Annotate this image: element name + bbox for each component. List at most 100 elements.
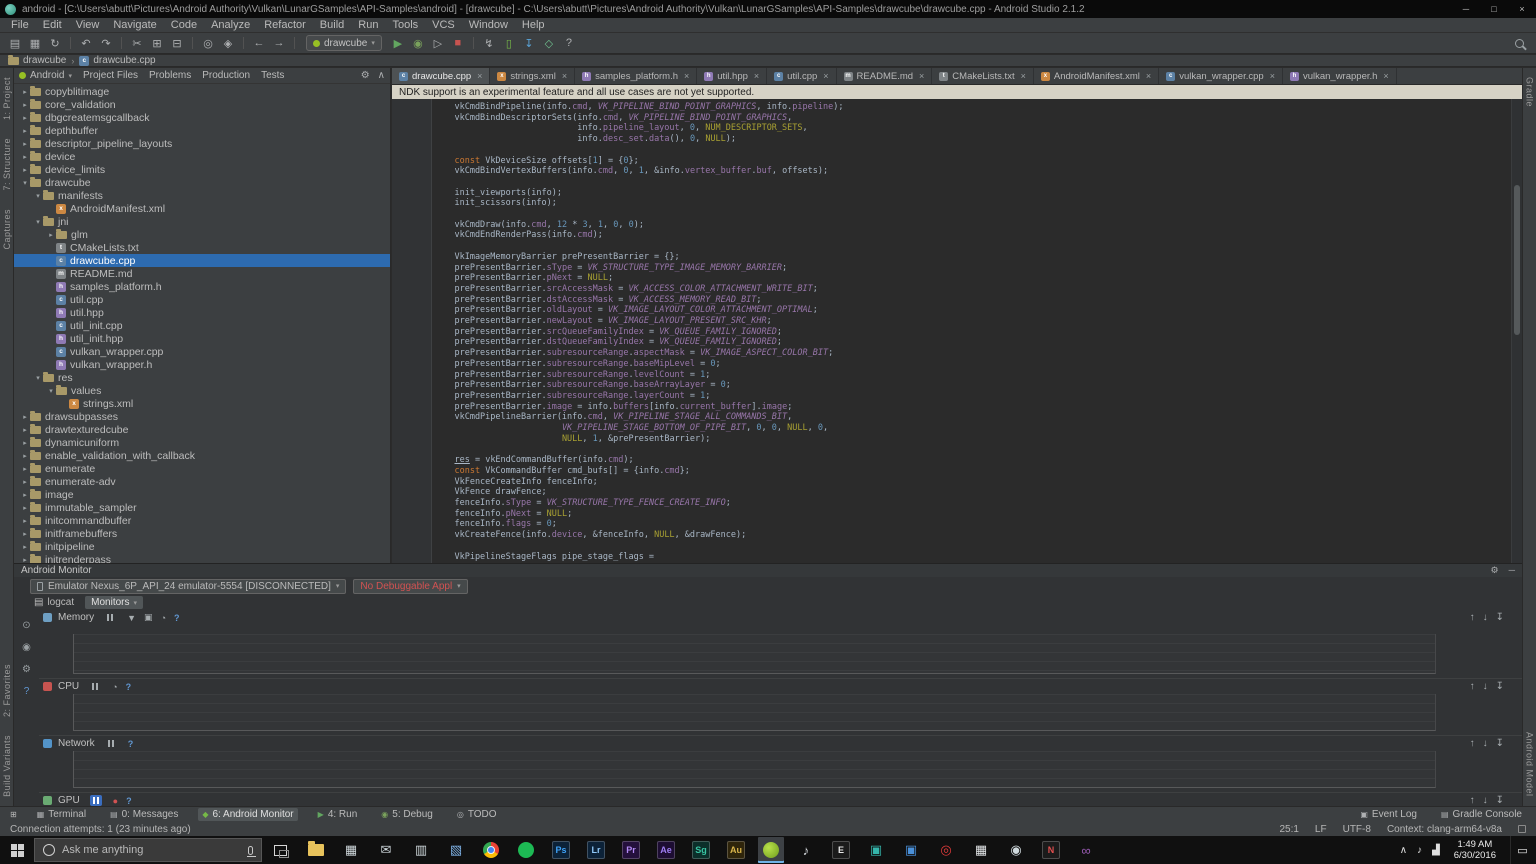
groove-music-icon[interactable]: ♪	[793, 837, 819, 863]
film-tv-icon[interactable]: ▥	[408, 837, 434, 863]
tree-item-util-init-cpp[interactable]: cutil_init.cpp	[14, 319, 390, 332]
close-icon[interactable]: ×	[823, 71, 828, 81]
close-icon[interactable]: ×	[919, 71, 924, 81]
stripe-button-2-favorites[interactable]: 2: Favorites	[2, 664, 12, 717]
save-all-icon[interactable]: ▦	[26, 35, 44, 51]
editor-tab-samples-platform-h[interactable]: hsamples_platform.h×	[575, 68, 697, 84]
device-selector[interactable]: Emulator Nexus_6P_API_24 emulator-5554 […	[30, 579, 346, 594]
tree-item-drawsubpasses[interactable]: ▸drawsubpasses	[14, 410, 390, 423]
toolwindow-button-todo[interactable]: ◎TODO	[453, 808, 501, 821]
tree-item-cmakelists-txt[interactable]: tCMakeLists.txt	[14, 241, 390, 254]
scroll-down-icon[interactable]: ↓	[1483, 681, 1488, 692]
status-widget-lf[interactable]: LF	[1315, 824, 1327, 835]
media-app-icon[interactable]: ▣	[863, 837, 889, 863]
help-icon[interactable]: ?	[126, 796, 132, 806]
tree-item-device-limits[interactable]: ▸device_limits	[14, 163, 390, 176]
lightroom-icon[interactable]: Lr	[583, 837, 609, 863]
tree-item-dbgcreatemsgcallback[interactable]: ▸dbgcreatemsgcallback	[14, 111, 390, 124]
run-button[interactable]: ▶	[389, 35, 407, 51]
menu-view[interactable]: View	[69, 19, 107, 31]
menu-vcs[interactable]: VCS	[425, 19, 462, 31]
scroll-to-end-icon[interactable]: ↧	[1496, 612, 1504, 623]
toolwindow-button-run[interactable]: ▶4: Run	[314, 808, 362, 821]
process-selector[interactable]: No Debuggable Appl ▾	[353, 579, 467, 594]
project-view-tests[interactable]: Tests	[261, 70, 284, 81]
toolwindow-button-event-log[interactable]: ▣Event Log	[1356, 808, 1421, 821]
tree-item-descriptor-pipeline-layouts[interactable]: ▸descriptor_pipeline_layouts	[14, 137, 390, 150]
tree-item-enumerate[interactable]: ▸enumerate	[14, 462, 390, 475]
start-button[interactable]	[0, 836, 34, 864]
toolwindow-button-debug[interactable]: ◉5: Debug	[377, 808, 437, 821]
tree-item-vulkan-wrapper-h[interactable]: hvulkan_wrapper.h	[14, 358, 390, 371]
open-icon[interactable]: ▤	[6, 35, 24, 51]
monitor-tab-logcat[interactable]: ▤logcat	[28, 596, 80, 609]
tree-item-res[interactable]: ▾res	[14, 371, 390, 384]
visual-studio-icon[interactable]: ∞	[1073, 837, 1099, 863]
tree-item-enumerate-adv[interactable]: ▸enumerate-adv	[14, 475, 390, 488]
pause-button[interactable]	[105, 738, 117, 749]
tree-item-samples-platform-h[interactable]: hsamples_platform.h	[14, 280, 390, 293]
editor-tab-vulkan-wrapper-cpp[interactable]: cvulkan_wrapper.cpp×	[1159, 68, 1283, 84]
project-view-android[interactable]: Android▾	[19, 70, 72, 81]
scroll-down-icon[interactable]: ↓	[1483, 795, 1488, 806]
gradle-sync-icon[interactable]: ◇	[540, 35, 558, 51]
redo-icon[interactable]: ↷	[97, 35, 115, 51]
tree-item-util-hpp[interactable]: hutil.hpp	[14, 306, 390, 319]
monitor-settings-icon[interactable]: ⚙	[22, 664, 31, 675]
menu-run[interactable]: Run	[351, 19, 385, 31]
menu-build[interactable]: Build	[313, 19, 351, 31]
scroll-up-icon[interactable]: ↑	[1470, 681, 1475, 692]
run-coverage-icon[interactable]: ▷	[429, 35, 447, 51]
method-trace-icon[interactable]: ◔	[112, 682, 117, 692]
stripe-button-android-model[interactable]: Android Model	[1525, 732, 1535, 797]
lock-indicator-icon[interactable]	[1518, 825, 1526, 833]
tree-item-drawcube-cpp[interactable]: cdrawcube.cpp	[14, 254, 390, 267]
code-area[interactable]: vkCmdBindPipeline(info.cmd, VK_PIPELINE_…	[392, 99, 1522, 563]
tray-expand-icon[interactable]: ∧	[1400, 845, 1407, 856]
menu-refactor[interactable]: Refactor	[257, 19, 313, 31]
alloc-tracker-icon[interactable]: ◔	[161, 613, 166, 623]
menu-file[interactable]: File	[4, 19, 36, 31]
heap-dump-icon[interactable]: ▣	[144, 612, 153, 623]
notepad-plus-icon[interactable]: N	[1038, 837, 1064, 863]
pause-button[interactable]	[90, 795, 102, 806]
monitor-tab-monitors[interactable]: Monitors▾	[85, 596, 143, 609]
menu-navigate[interactable]: Navigate	[106, 19, 163, 31]
status-widget-utf-8[interactable]: UTF-8	[1343, 824, 1371, 835]
scroll-to-end-icon[interactable]: ↧	[1496, 738, 1504, 749]
editor-tab-cmakelists-txt[interactable]: tCMakeLists.txt×	[932, 68, 1034, 84]
close-button[interactable]: ×	[1508, 0, 1536, 18]
back-icon[interactable]: ←	[250, 35, 268, 51]
action-center-button[interactable]: ▭	[1510, 836, 1534, 864]
scroll-down-icon[interactable]: ↓	[1483, 612, 1488, 623]
editor-tab-readme-md[interactable]: mREADME.md×	[837, 68, 933, 84]
photos-app-icon[interactable]: ▣	[898, 837, 924, 863]
tree-item-device[interactable]: ▸device	[14, 150, 390, 163]
audition-icon[interactable]: Au	[723, 837, 749, 863]
replace-icon[interactable]: ◈	[219, 35, 237, 51]
close-icon[interactable]: ×	[1270, 71, 1275, 81]
tree-item-initframebuffers[interactable]: ▸initframebuffers	[14, 527, 390, 540]
editor-tab-drawcube-cpp[interactable]: cdrawcube.cpp×	[392, 68, 490, 84]
tray-audio-icon[interactable]: ♪	[1417, 845, 1422, 856]
stripe-button-1-project[interactable]: 1: Project	[2, 77, 12, 120]
help-icon[interactable]: ?	[174, 613, 180, 623]
tree-item-util-cpp[interactable]: cutil.cpp	[14, 293, 390, 306]
menu-edit[interactable]: Edit	[36, 19, 69, 31]
forward-icon[interactable]: →	[270, 35, 288, 51]
toolwindow-button-messages[interactable]: ▤0: Messages	[106, 808, 182, 821]
tree-item-drawcube[interactable]: ▾drawcube	[14, 176, 390, 189]
premiere-icon[interactable]: Pr	[618, 837, 644, 863]
project-view-problems[interactable]: Problems	[149, 70, 191, 81]
screen-record-icon[interactable]: ◉	[22, 642, 31, 653]
stop-button[interactable]: ■	[449, 35, 467, 51]
task-view-button[interactable]	[274, 845, 287, 856]
close-icon[interactable]: ×	[754, 71, 759, 81]
scroll-down-icon[interactable]: ↓	[1483, 738, 1488, 749]
opera-icon[interactable]: ◎	[933, 837, 959, 863]
scroll-to-end-icon[interactable]: ↧	[1496, 795, 1504, 806]
mail-icon[interactable]: ✉	[373, 837, 399, 863]
photos-icon[interactable]: ▧	[443, 837, 469, 863]
close-icon[interactable]: ×	[477, 71, 482, 81]
tree-item-core-validation[interactable]: ▸core_validation	[14, 98, 390, 111]
